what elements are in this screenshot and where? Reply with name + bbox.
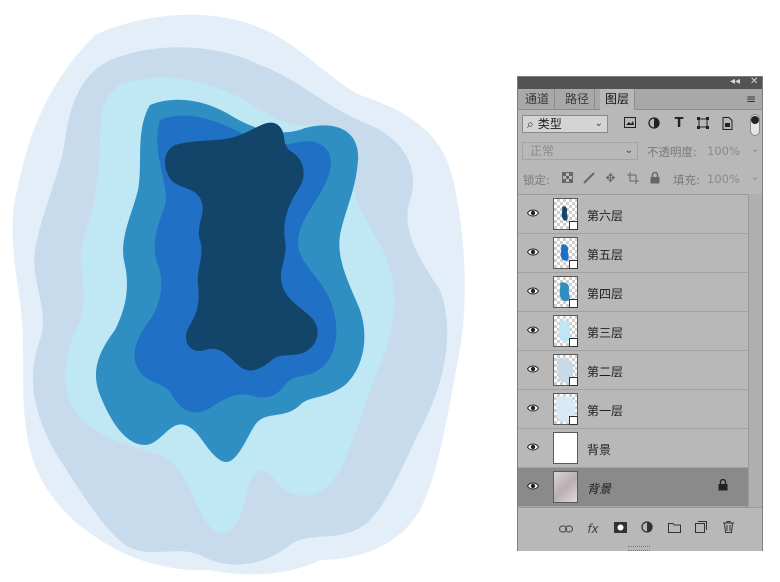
lock-row: 锁定: ✥ 填充: 100% ⌄: [518, 168, 762, 192]
new-layer-icon[interactable]: [693, 521, 709, 537]
layer-thumbnail: [553, 393, 578, 425]
layer-row[interactable]: 第一层: [518, 390, 748, 429]
delete-layer-icon[interactable]: [720, 521, 736, 537]
layer-row[interactable]: 背景: [518, 429, 748, 468]
layer-name: 背景: [587, 482, 612, 496]
type-filter-icon[interactable]: T: [672, 117, 686, 131]
layer-thumbnail: [553, 237, 578, 269]
layer-thumbnail: [553, 432, 578, 464]
layer-row[interactable]: 第五层: [518, 234, 748, 273]
chevron-down-icon[interactable]: ⌄: [751, 172, 759, 183]
smart-object-badge-icon: [569, 260, 578, 269]
image-filter-icon[interactable]: [623, 117, 637, 131]
layer-name: 第一层: [587, 404, 624, 418]
layer-thumbnail: [553, 276, 578, 308]
group-folder-icon[interactable]: [666, 521, 682, 537]
visibility-eye-icon[interactable]: [527, 324, 539, 336]
layer-name: 第六层: [587, 209, 624, 223]
visibility-eye-icon[interactable]: [527, 441, 539, 453]
layers-scrollbar[interactable]: [748, 194, 762, 507]
link-layers-icon[interactable]: [558, 521, 574, 537]
lock-all-icon[interactable]: [648, 171, 661, 185]
adjustment-filter-icon[interactable]: [647, 117, 661, 131]
chevron-down-icon[interactable]: ⌄: [751, 144, 759, 155]
smart-object-badge-icon: [569, 221, 578, 230]
blend-mode-select[interactable]: 正常 ⌄: [522, 142, 638, 160]
layer-name: 第四层: [587, 287, 624, 301]
paper-cut-artwork: [12, 14, 465, 575]
panel-title-bar: ◂◂ ✕: [518, 76, 762, 89]
layer-name: 第三层: [587, 326, 624, 340]
layer-name: 第五层: [587, 248, 624, 262]
search-icon: ⌕: [527, 117, 534, 131]
opacity-input[interactable]: 100%: [707, 144, 740, 158]
panel-resize-grip[interactable]: [628, 546, 650, 551]
layer-row-selected[interactable]: 背景: [518, 468, 748, 507]
chevron-down-icon: ⌄: [624, 145, 633, 156]
adjustment-layer-icon[interactable]: [639, 521, 655, 537]
layer-name: 第二层: [587, 365, 624, 379]
layer-row[interactable]: 第三层: [518, 312, 748, 351]
fx-icon[interactable]: fx: [585, 521, 601, 537]
tab-layers[interactable]: 图层: [600, 89, 636, 110]
filter-type-label: 类型: [537, 117, 562, 131]
lock-label: 锁定:: [523, 173, 550, 187]
visibility-eye-icon[interactable]: [527, 207, 539, 219]
filter-type-select[interactable]: ⌕ 类型 ⌄: [522, 115, 608, 133]
smart-object-badge-icon: [569, 377, 578, 386]
layer-name: 背景: [587, 443, 612, 457]
shape-filter-icon[interactable]: [696, 117, 710, 131]
lock-transparent-pixels-icon[interactable]: [561, 172, 574, 185]
visibility-eye-icon[interactable]: [527, 285, 539, 297]
panel-tabs: 通道 路径 图层 ≡: [518, 89, 762, 110]
fill-input[interactable]: 100%: [707, 172, 740, 186]
add-mask-icon[interactable]: [612, 521, 628, 537]
lock-artboard-icon[interactable]: [626, 172, 639, 185]
visibility-eye-icon[interactable]: [527, 402, 539, 414]
filter-toggle[interactable]: [750, 114, 760, 136]
visibility-eye-icon[interactable]: [527, 246, 539, 258]
layer-row[interactable]: 第四层: [518, 273, 748, 312]
layer-row[interactable]: 第六层: [518, 195, 748, 234]
smart-object-badge-icon: [569, 338, 578, 347]
blend-row: 正常 ⌄ 不透明度: 100% ⌄: [518, 140, 762, 164]
visibility-eye-icon[interactable]: [527, 363, 539, 375]
visibility-eye-icon[interactable]: [527, 480, 539, 492]
smart-object-filter-icon[interactable]: [720, 117, 734, 131]
chevron-down-icon: ⌄: [594, 118, 603, 129]
layers-list: 第六层 第五层 第四层 第三层 第二层 第一层 背景 背景: [518, 194, 748, 508]
filter-row: ⌕ 类型 ⌄ T: [518, 110, 762, 138]
lock-image-pixels-icon[interactable]: [582, 172, 595, 185]
panel-footer: fx: [518, 507, 762, 551]
layer-thumbnail: [553, 471, 578, 503]
close-panel-icon[interactable]: ✕: [750, 76, 758, 88]
lock-icon: [718, 478, 728, 494]
layer-thumbnail: [553, 354, 578, 386]
tab-channels[interactable]: 通道: [520, 89, 556, 109]
opacity-label: 不透明度:: [647, 145, 697, 159]
smart-object-badge-icon: [569, 416, 578, 425]
lock-position-icon[interactable]: ✥: [604, 172, 617, 185]
blend-mode-value: 正常: [530, 144, 555, 158]
tab-paths[interactable]: 路径: [560, 89, 596, 109]
panel-menu-icon[interactable]: ≡: [746, 92, 756, 106]
layer-row[interactable]: 第二层: [518, 351, 748, 390]
fill-label: 填充:: [673, 173, 700, 187]
smart-object-badge-icon: [569, 299, 578, 308]
layer-thumbnail: [553, 198, 578, 230]
layer-thumbnail: [553, 315, 578, 347]
collapse-panel-icon[interactable]: ◂◂: [730, 76, 740, 88]
layers-panel: ◂◂ ✕ 通道 路径 图层 ≡ ⌕ 类型 ⌄ T 正常 ⌄ 不透明度: 100%…: [517, 76, 763, 551]
